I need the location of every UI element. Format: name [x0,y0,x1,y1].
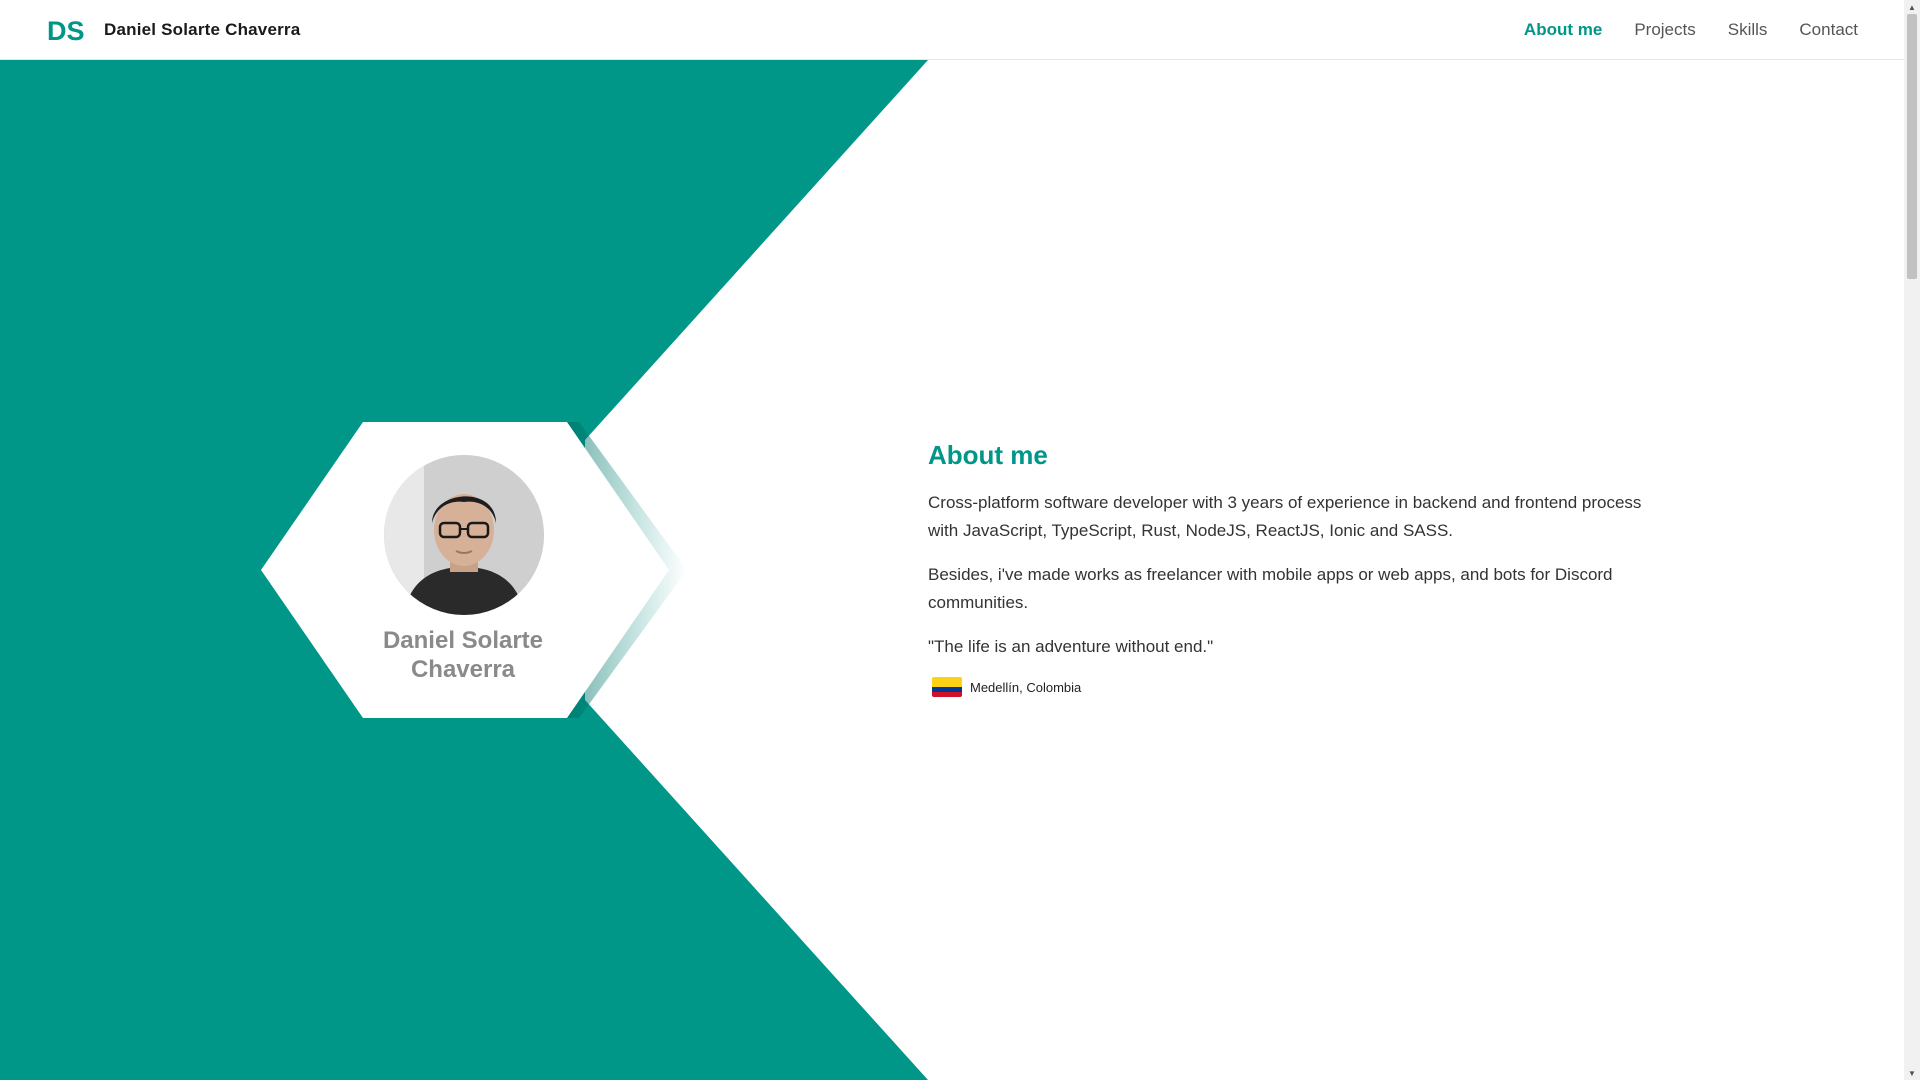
nav-about-me[interactable]: About me [1524,20,1602,40]
nav-contact[interactable]: Contact [1799,20,1858,40]
about-quote: "The life is an adventure without end." [928,637,1214,656]
nav-skills[interactable]: Skills [1728,20,1768,40]
location-text: Medellín, Colombia [970,679,1082,695]
profile-card: Daniel Solarte Chaverra [261,422,687,718]
brand-name: Daniel Solarte Chaverra [104,20,301,39]
location: Medellín, Colombia [928,677,1668,697]
svg-text:DS: DS [47,16,85,44]
scroll-thumb[interactable] [1907,14,1917,279]
colombia-flag-icon [932,677,962,697]
about-section: About me Cross-platform software develop… [928,440,1668,697]
avatar [384,455,544,615]
ds-logo-icon: DS [47,16,85,44]
scrollbar[interactable]: ▲ ▼ [1904,0,1920,1080]
about-paragraph-2: Besides, i've made works as freelancer w… [928,565,1613,612]
scroll-up-arrow-icon[interactable]: ▲ [1904,0,1920,14]
navbar: DS Daniel Solarte Chaverra About me Proj… [0,0,1904,60]
nav-menu: About me Projects Skills Contact [1492,0,1858,60]
nav-projects[interactable]: Projects [1634,20,1695,40]
profile-name: Daniel Solarte Chaverra [382,627,544,683]
about-title: About me [928,440,1048,470]
brand[interactable]: DS Daniel Solarte Chaverra [47,0,300,60]
profile-photo [384,455,544,615]
about-paragraph-1: Cross-platform software developer with 3… [928,493,1642,540]
scroll-down-arrow-icon[interactable]: ▼ [1904,1066,1920,1080]
